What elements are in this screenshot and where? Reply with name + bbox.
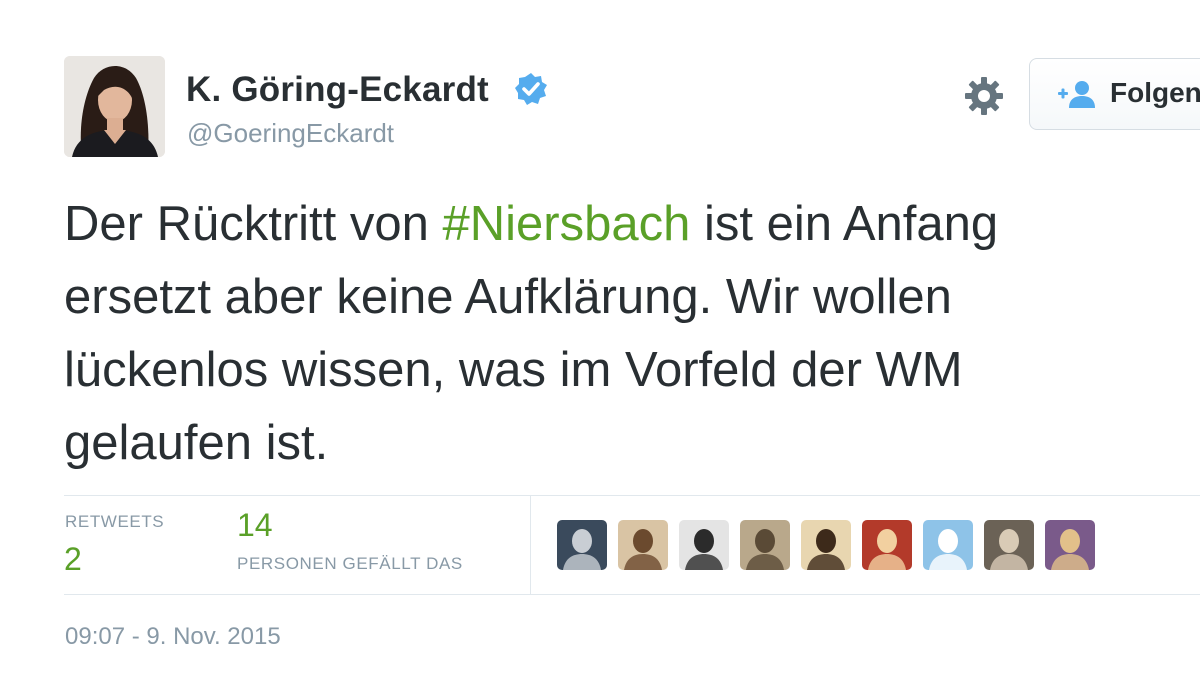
follow-button-label: Folgen bbox=[1110, 77, 1200, 108]
liker-avatar-9[interactable] bbox=[1045, 520, 1095, 570]
tweet-text-segment: Der Rücktritt von bbox=[64, 197, 443, 251]
gear-icon[interactable] bbox=[964, 76, 1004, 116]
stats-vertical-divider bbox=[530, 496, 531, 594]
tweet-text: Der Rücktritt von #Niersbach ist ein Anf… bbox=[64, 188, 1200, 480]
user-avatar[interactable] bbox=[64, 56, 165, 157]
liker-avatar-2[interactable] bbox=[618, 520, 668, 570]
liker-avatar-7[interactable] bbox=[923, 520, 973, 570]
tweet-text-line: Der Rücktritt von #Niersbach ist ein Anf… bbox=[64, 188, 1200, 261]
liker-avatar-4[interactable] bbox=[740, 520, 790, 570]
likes-label: PERSONEN GEFÄLLT DAS bbox=[237, 554, 463, 573]
verified-badge-icon bbox=[515, 73, 547, 105]
hashtag-link[interactable]: #Niersbach bbox=[442, 197, 690, 251]
tweet-timestamp[interactable]: 09:07 - 9. Nov. 2015 bbox=[65, 623, 281, 651]
tweet-text-segment: ist ein Anfang bbox=[690, 197, 999, 251]
retweets-label: RETWEETS bbox=[65, 512, 165, 531]
liker-avatar-8[interactable] bbox=[984, 520, 1034, 570]
liker-avatar-5[interactable] bbox=[801, 520, 851, 570]
liker-avatar-6[interactable] bbox=[862, 520, 912, 570]
follow-button[interactable]: Folgen bbox=[1029, 58, 1200, 130]
stats-top-divider bbox=[64, 495, 1200, 496]
retweets-count[interactable]: 2 bbox=[64, 541, 82, 578]
tweet-text-line: ersetzt aber keine Aufklärung. Wir wolle… bbox=[64, 270, 952, 324]
add-user-icon bbox=[1058, 81, 1095, 108]
tweet-text-line: lückenlos wissen, was im Vorfeld der WM bbox=[64, 343, 963, 397]
liker-avatar-1[interactable] bbox=[557, 520, 607, 570]
stats-bottom-divider bbox=[64, 594, 1200, 595]
user-handle[interactable]: @GoeringEckardt bbox=[187, 118, 394, 149]
user-fullname[interactable]: K. Göring-Eckardt bbox=[186, 70, 489, 110]
likers-avatars bbox=[557, 520, 1095, 570]
tweet-text-line: gelaufen ist. bbox=[64, 416, 329, 470]
liker-avatar-3[interactable] bbox=[679, 520, 729, 570]
likes-count[interactable]: 14 bbox=[237, 507, 273, 544]
tweet-card: K. Göring-Eckardt @GoeringEckardt Folgen… bbox=[0, 0, 1200, 675]
